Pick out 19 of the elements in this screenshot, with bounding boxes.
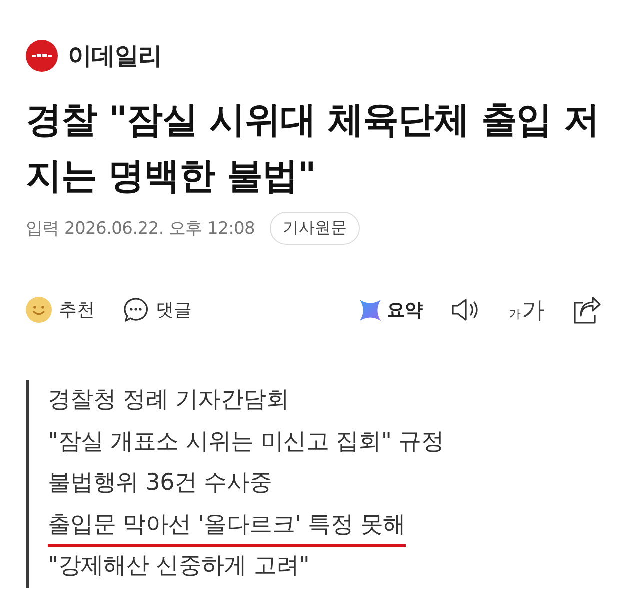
summary-line: 경찰청 정례 기자간담회 [48,386,290,415]
original-article-button[interactable]: 기사원문 [270,212,360,244]
recommend-button[interactable]: 추천 [26,297,95,323]
summary-button[interactable]: 요약 [359,298,423,322]
chat-bubble-icon [123,297,149,323]
speaker-icon[interactable] [451,297,481,323]
publisher-name: 이데일리 [68,41,162,72]
logo-icon [26,40,58,72]
summary-line: "강제해산 신중하게 고려" [48,552,310,581]
sparkle-cross-icon [359,298,382,322]
underlined-summary-line: 출입문 막아선 '올다르크' 특정 못해 [48,510,406,546]
comment-button[interactable]: 댓글 [123,297,192,323]
share-icon[interactable] [573,296,601,324]
headline: 경찰 "잠실 시위대 체육단체 출입 저지는 명백한 불법" [26,99,600,199]
smiley-icon [26,297,52,323]
summary-line: 불법행위 36건 수사중 [48,469,272,498]
publish-date: 입력 2026.06.22. 오후 12:08 [26,218,256,240]
summary-line: "잠실 개표소 시위는 미신고 집회" 규정 [48,428,444,456]
font-size-button[interactable]: 가 가 [509,294,545,326]
